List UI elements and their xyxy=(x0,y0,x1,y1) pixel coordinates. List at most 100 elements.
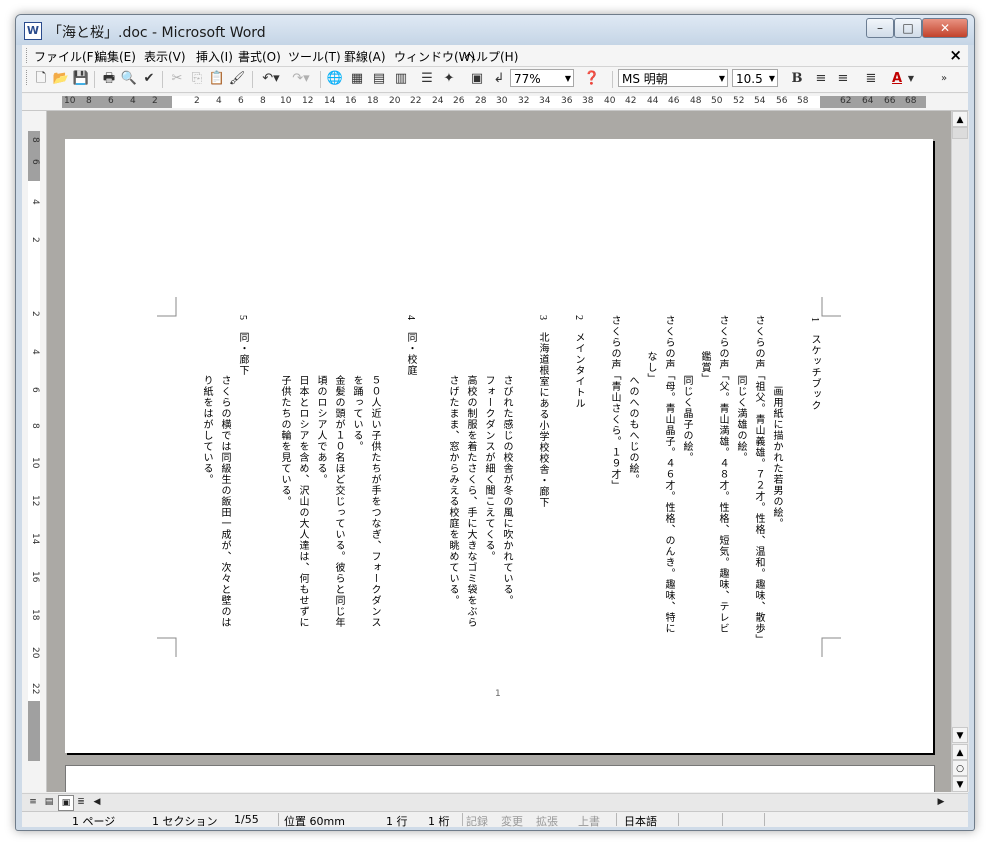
previous-page-icon[interactable]: ▲ xyxy=(952,744,968,760)
next-page-icon[interactable]: ▼ xyxy=(952,776,968,792)
word-app-icon[interactable]: W xyxy=(24,22,42,40)
status-track-changes[interactable]: 変更 xyxy=(501,813,523,829)
next-page[interactable] xyxy=(65,765,935,792)
vertical-scrollbar[interactable]: ▲ ▼ ▲ ○ ▼ xyxy=(951,111,969,792)
toolbar-grip[interactable] xyxy=(26,70,30,85)
hyperlink-icon[interactable]: 🌐 xyxy=(326,70,344,88)
document-map-icon[interactable]: ▣ xyxy=(468,70,486,88)
scroll-thumb[interactable] xyxy=(952,127,968,139)
new-icon[interactable]: 🗋 xyxy=(32,70,50,88)
font-size-combo[interactable]: 10.5 ▼ xyxy=(732,69,778,87)
print-layout-view-icon[interactable]: ▣ xyxy=(58,795,74,811)
print-icon[interactable]: 🖶 xyxy=(100,70,118,88)
show-hide-icon[interactable]: ↲ xyxy=(490,70,508,88)
menu-table[interactable]: 罫線(A) xyxy=(344,48,386,65)
document-close-button[interactable]: × xyxy=(949,46,962,64)
insert-excel-icon[interactable]: ▥ xyxy=(392,70,410,88)
spelling-icon[interactable]: ✔ xyxy=(140,70,158,88)
ruler-tick: 2 xyxy=(194,96,200,106)
ruler-tick: 36 xyxy=(561,96,573,106)
minimize-button[interactable]: – xyxy=(866,18,894,38)
chevron-down-icon: ▼ xyxy=(768,74,775,83)
align-right-icon[interactable]: ≡ xyxy=(834,70,852,88)
status-section: 1 セクション xyxy=(152,815,218,828)
open-icon[interactable]: 📂 xyxy=(52,70,70,88)
body-line: さくらの声「祖父。青山義雄。７２才。性格、温和。趣味、散歩」 xyxy=(753,315,764,645)
status-overtype[interactable]: 上書 xyxy=(578,813,600,829)
undo-icon[interactable]: ↶▾ xyxy=(258,70,284,88)
horizontal-scrollbar[interactable]: ≡ ▤ ▣ ≣ ◀ ▶ xyxy=(22,793,968,811)
ruler-tick: 20 xyxy=(30,647,40,659)
status-separator xyxy=(722,813,723,826)
print-preview-icon[interactable]: 🔍 xyxy=(120,70,138,88)
body-line: さくらの声「父。青山満雄。４８才。性格、短気。趣味、テレビ xyxy=(717,315,728,634)
distributed-icon[interactable]: ≣ xyxy=(862,70,880,88)
toolbar-separator xyxy=(612,71,613,88)
menu-view[interactable]: 表示(V) xyxy=(144,48,186,65)
status-extend[interactable]: 拡張 xyxy=(536,813,558,829)
ruler-tick: 58 xyxy=(797,96,809,106)
toolbar-options-icon[interactable]: » xyxy=(938,70,950,88)
tables-borders-icon[interactable]: ▦ xyxy=(348,70,366,88)
scroll-right-icon[interactable]: ▶ xyxy=(934,795,948,809)
menu-edit[interactable]: 編集(E) xyxy=(95,48,136,65)
ruler-tick: 6 xyxy=(238,96,244,106)
align-left-icon[interactable]: ≡ xyxy=(812,70,830,88)
close-button[interactable]: ✕ xyxy=(922,18,968,38)
chevron-down-icon[interactable]: ▼ xyxy=(906,70,916,88)
page-number: 1 xyxy=(495,689,501,699)
ruler-text-area xyxy=(28,181,40,701)
vertical-ruler[interactable]: 8 6 4 2 2 4 6 8 10 12 14 16 18 20 22 xyxy=(22,111,47,792)
maximize-button[interactable]: □ xyxy=(894,18,922,38)
save-icon[interactable]: 💾 xyxy=(72,70,90,88)
web-layout-view-icon[interactable]: ▤ xyxy=(42,795,56,809)
columns-icon[interactable]: ☰ xyxy=(418,70,436,88)
copy-icon[interactable]: ⎘ xyxy=(188,70,206,88)
document-page[interactable]: 1 スケッチブック 画用紙に描かれた若男の絵。 さくらの声「祖父。青山義雄。７２… xyxy=(65,139,933,753)
toolbar-separator xyxy=(162,71,163,88)
font-color-button[interactable]: A xyxy=(888,70,906,88)
menu-insert[interactable]: 挿入(I) xyxy=(196,48,233,65)
body-line: を踊っている。 xyxy=(351,375,362,452)
ruler-tick: 34 xyxy=(539,96,551,106)
cut-icon[interactable]: ✂ xyxy=(168,70,186,88)
scroll-up-icon[interactable]: ▲ xyxy=(952,111,968,127)
menu-tools[interactable]: ツール(T) xyxy=(288,48,341,65)
menu-format[interactable]: 書式(O) xyxy=(238,48,281,65)
ruler-tick: 4 xyxy=(130,96,136,106)
client-area: ファイル(F) 編集(E) 表示(V) 挿入(I) 書式(O) ツール(T) 罫… xyxy=(22,45,969,829)
ruler-tick: 16 xyxy=(345,96,357,106)
standard-toolbar: 🗋 📂 💾 🖶 🔍 ✔ ✂ ⎘ 📋 🖌 ↶▾ ↷▾ 🌐 ▦ ▤ ▥ ☰ ✦ ▣ … xyxy=(22,67,968,93)
paste-icon[interactable]: 📋 xyxy=(208,70,226,88)
status-page-count: 1/55 xyxy=(234,813,259,826)
zoom-combo[interactable]: 77% ▼ xyxy=(510,69,574,87)
menu-file[interactable]: ファイル(F) xyxy=(34,48,98,65)
help-icon[interactable]: ❓ xyxy=(580,70,604,88)
zoom-value: 77% xyxy=(514,72,541,86)
font-combo[interactable]: MS 明朝 ▼ xyxy=(618,69,728,87)
bold-button[interactable]: B xyxy=(788,70,806,88)
outline-view-icon[interactable]: ≣ xyxy=(74,795,88,809)
insert-table-icon[interactable]: ▤ xyxy=(370,70,388,88)
scroll-left-icon[interactable]: ◀ xyxy=(90,795,104,809)
select-browse-object-icon[interactable]: ○ xyxy=(952,760,968,776)
window-title: 「海と桜」.doc - Microsoft Word xyxy=(48,25,266,41)
status-record-macro[interactable]: 記録 xyxy=(466,813,488,829)
ruler-tick: 12 xyxy=(302,96,314,106)
ruler-tick: 54 xyxy=(754,96,766,106)
format-painter-icon[interactable]: 🖌 xyxy=(228,70,246,88)
body-line: さげたまま、窓からみえる校庭を眺めている。 xyxy=(447,375,458,606)
ruler-tick: 2 xyxy=(152,96,158,106)
body-line: さびれた感じの校舎が冬の風に吹かれている。 xyxy=(501,375,512,606)
menu-help[interactable]: ヘルプ(H) xyxy=(464,48,518,65)
horizontal-ruler[interactable]: 10 8 6 4 2 2 4 6 8 10 12 14 16 18 20 22 … xyxy=(22,94,968,111)
ruler-tick: 50 xyxy=(711,96,723,106)
menu-grip[interactable] xyxy=(26,48,30,63)
redo-icon[interactable]: ↷▾ xyxy=(288,70,314,88)
body-line: さくらの声「母。青山晶子。４６才。性格、のんき。趣味、特に xyxy=(663,315,674,634)
drawing-icon[interactable]: ✦ xyxy=(440,70,458,88)
document-area[interactable]: 1 スケッチブック 画用紙に描かれた若男の絵。 さくらの声「祖父。青山義雄。７２… xyxy=(47,111,951,792)
normal-view-icon[interactable]: ≡ xyxy=(26,795,40,809)
scroll-down-icon[interactable]: ▼ xyxy=(952,727,968,743)
crop-mark xyxy=(821,297,841,317)
